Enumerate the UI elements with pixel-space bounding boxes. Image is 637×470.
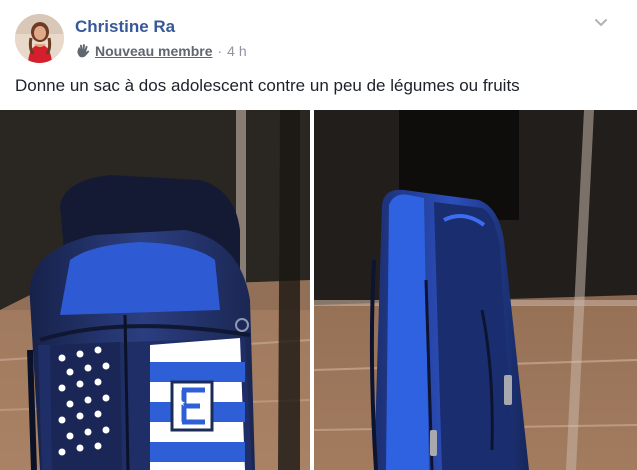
backpack-front-photo[interactable] <box>0 110 310 470</box>
author-name[interactable]: Christine Ra <box>75 17 175 37</box>
photo-grid <box>0 110 637 470</box>
feed-post: Christine Ra Nouveau membre · 4 h Donne … <box>0 0 637 470</box>
meta-separator: · <box>217 43 223 59</box>
avatar[interactable] <box>15 14 64 63</box>
post-text: Donne un sac à dos adolescent contre un … <box>15 76 520 95</box>
backpack-side-photo[interactable] <box>314 110 637 470</box>
chevron-down-icon[interactable] <box>593 14 609 30</box>
member-badge[interactable]: Nouveau membre <box>95 43 212 59</box>
post-meta: Nouveau membre · 4 h <box>75 42 247 60</box>
post-timestamp[interactable]: 4 h <box>227 43 246 59</box>
post-header: Christine Ra Nouveau membre · 4 h <box>0 0 637 70</box>
wave-hand-icon <box>75 43 91 59</box>
